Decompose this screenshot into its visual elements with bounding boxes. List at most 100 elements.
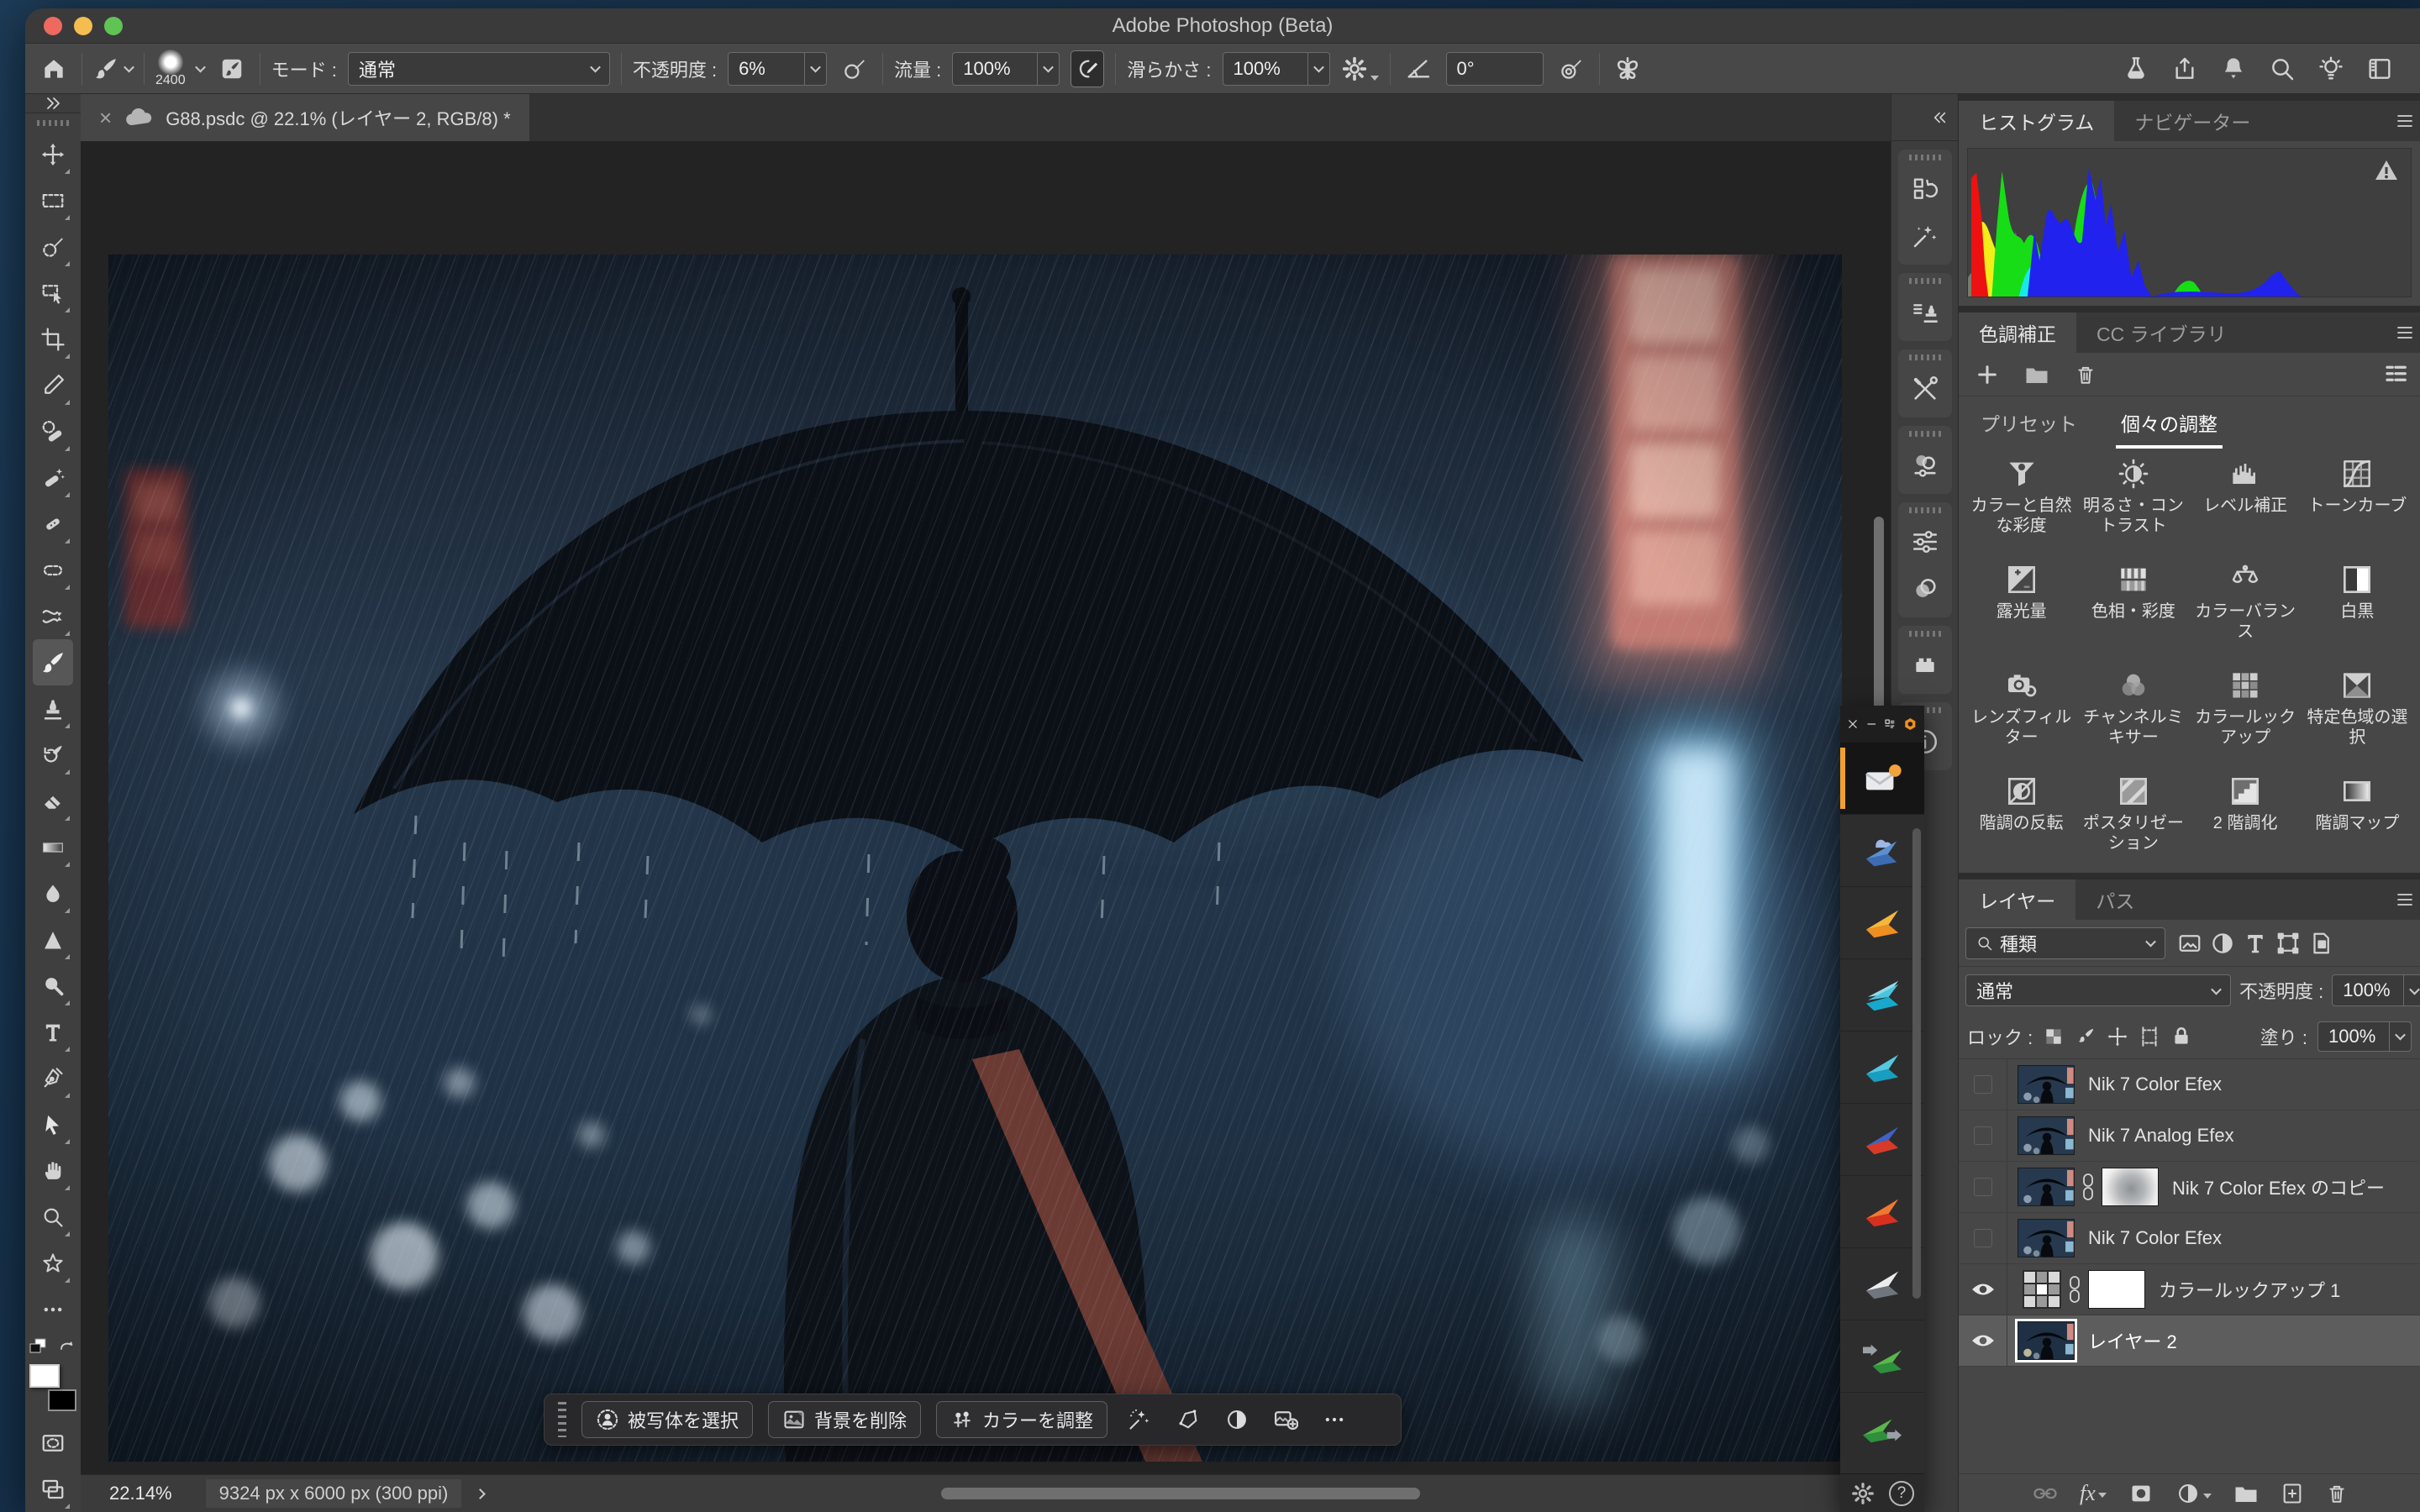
add-mask-icon[interactable]: [2128, 1482, 2154, 1505]
new-layer-icon[interactable]: [2281, 1482, 2304, 1505]
patch-tool[interactable]: [33, 547, 73, 593]
dock-grip[interactable]: [1909, 354, 1941, 360]
visibility-toggle[interactable]: [1959, 1059, 2007, 1110]
link-layers-icon[interactable]: [2033, 1483, 2058, 1504]
spot-healing-brush-tool[interactable]: [33, 454, 73, 501]
custom-shape-tool[interactable]: [33, 1240, 73, 1286]
edit-toolbar-button[interactable]: [33, 1286, 73, 1332]
adjustment-channel-mixer[interactable]: チャンネルミキサー: [2077, 664, 2189, 768]
history-brush-tool[interactable]: [33, 732, 73, 778]
filter-smart-objects-icon[interactable]: [2308, 931, 2333, 956]
dock-grip[interactable]: [1909, 155, 1941, 160]
crop-tool[interactable]: [33, 316, 73, 362]
panel-menu-icon[interactable]: [2395, 891, 2415, 908]
zoom-level-field[interactable]: 22.14%: [109, 1483, 172, 1504]
background-color-swatch[interactable]: [48, 1389, 76, 1411]
rectangular-marquee-tool[interactable]: [33, 177, 73, 223]
adjustment-color-balance[interactable]: カラーバランス: [2190, 558, 2302, 662]
layer-row[interactable]: Nik 7 Color Efex のコピー: [1959, 1162, 2420, 1213]
selection-brush-tool[interactable]: [33, 223, 73, 270]
taskbar-drag-handle[interactable]: [558, 1402, 566, 1437]
layer-thumbnail[interactable]: [2018, 1168, 2075, 1206]
panel-layout-icon[interactable]: [1884, 716, 1896, 732]
layer-row-selected[interactable]: レイヤー 2: [1959, 1315, 2420, 1367]
smoothing-dropdown[interactable]: [1307, 53, 1329, 85]
layer-row[interactable]: Nik 7 Color Efex: [1959, 1059, 2420, 1110]
eraser-tool[interactable]: [33, 778, 73, 824]
adjustment-photo-filter[interactable]: レンズフィルター: [1965, 664, 2077, 768]
lock-pixels-icon[interactable]: [2075, 1026, 2096, 1047]
swap-colors-icon[interactable]: [57, 1337, 77, 1357]
nik-dfine[interactable]: [1840, 1176, 1924, 1248]
discover-lightbulb-icon[interactable]: [2317, 55, 2344, 82]
actions-panel-button[interactable]: [1902, 213, 1949, 260]
smoothing-options-button[interactable]: [1341, 50, 1379, 87]
adjustment-vibrance[interactable]: カラーと自然な彩度: [1965, 452, 2077, 556]
brush-tool-preset-button[interactable]: [93, 50, 133, 87]
visibility-toggle[interactable]: [1959, 1213, 2007, 1263]
sharpen-tool[interactable]: [33, 916, 73, 963]
add-image-button[interactable]: [1269, 1401, 1302, 1438]
mask-link-icon[interactable]: [2080, 1172, 2096, 1202]
transform-button[interactable]: [1171, 1401, 1205, 1438]
healing-brush-tool[interactable]: [33, 501, 73, 547]
delete-layer-icon[interactable]: [2326, 1482, 2348, 1505]
beta-flask-icon[interactable]: [2123, 55, 2149, 82]
lock-artboard-icon[interactable]: [2139, 1026, 2160, 1047]
trash-icon[interactable]: [2075, 363, 2096, 386]
visibility-toggle[interactable]: [1959, 1162, 2007, 1212]
flow-input[interactable]: 100%: [952, 52, 1060, 86]
quick-mask-button[interactable]: [33, 1420, 73, 1466]
layer-opacity-input[interactable]: 100%: [2332, 974, 2420, 1006]
remove-background-button[interactable]: 背景を削除: [768, 1401, 921, 1438]
path-selection-tool[interactable]: [33, 1101, 73, 1147]
dodge-tool[interactable]: [33, 963, 73, 1009]
nik-scrollbar[interactable]: [1912, 828, 1921, 1299]
zoom-window-button[interactable]: [104, 17, 123, 35]
brush-preset-picker[interactable]: 2400: [155, 45, 186, 92]
symmetry-button[interactable]: [1611, 50, 1644, 87]
notifications-bell-icon[interactable]: [2220, 55, 2247, 82]
blur-tool[interactable]: [33, 870, 73, 916]
tab-libraries[interactable]: CC ライブラリ: [2076, 312, 2247, 353]
tab-close-button[interactable]: ×: [99, 107, 112, 129]
zoom-tool[interactable]: [33, 1194, 73, 1240]
nik-color-efex[interactable]: [1840, 887, 1924, 959]
folder-icon[interactable]: [2024, 364, 2049, 386]
visibility-toggle[interactable]: [1959, 1315, 2007, 1366]
histogram-refresh-warning-icon[interactable]: [2374, 159, 2399, 182]
tab-adjustments[interactable]: 色調補正: [1959, 312, 2076, 353]
layer-mask-thumbnail[interactable]: [2088, 1270, 2145, 1309]
opacity-dropdown[interactable]: [804, 53, 826, 85]
adjustment-color-lookup[interactable]: カラールックアップ: [2190, 664, 2302, 768]
type-tool[interactable]: [33, 1009, 73, 1055]
adjustment-button[interactable]: [1220, 1401, 1254, 1438]
airbrush-toggle-button[interactable]: [1071, 50, 1104, 87]
search-icon[interactable]: [2269, 55, 2296, 82]
brush-angle-input[interactable]: 0°: [1446, 52, 1544, 86]
opacity-input[interactable]: 6%: [728, 52, 827, 86]
adjustment-invert[interactable]: 階調の反転: [1965, 769, 2077, 874]
dock-grip[interactable]: [1909, 631, 1941, 637]
filter-adjustment-layers-icon[interactable]: [2210, 931, 2235, 956]
help-button[interactable]: ?: [1889, 1481, 1914, 1506]
home-button[interactable]: [37, 50, 71, 87]
subtab-presets[interactable]: プリセット: [1977, 400, 2081, 445]
hand-tool[interactable]: [33, 1147, 73, 1194]
eyedropper-tool[interactable]: [33, 362, 73, 408]
adjustment-brightness-contrast[interactable]: 明るさ・コントラスト: [2077, 452, 2189, 556]
new-group-icon[interactable]: [2233, 1483, 2259, 1504]
add-icon[interactable]: [1975, 363, 1999, 386]
object-selection-tool[interactable]: [33, 270, 73, 316]
gradient-tool[interactable]: [33, 824, 73, 870]
clone-source-panel-button[interactable]: [1902, 289, 1949, 336]
chevron-down-icon[interactable]: [195, 62, 206, 73]
adjustment-posterize[interactable]: ポスタリゼーション: [2077, 769, 2189, 874]
close-icon[interactable]: [1847, 716, 1859, 732]
remove-tool[interactable]: [33, 408, 73, 454]
move-tool[interactable]: [33, 131, 73, 177]
close-window-button[interactable]: [44, 17, 62, 35]
lock-all-icon[interactable]: [2170, 1026, 2192, 1047]
layer-style-button[interactable]: fx: [2080, 1481, 2107, 1506]
layer-fill-dropdown[interactable]: [2389, 1022, 2411, 1051]
